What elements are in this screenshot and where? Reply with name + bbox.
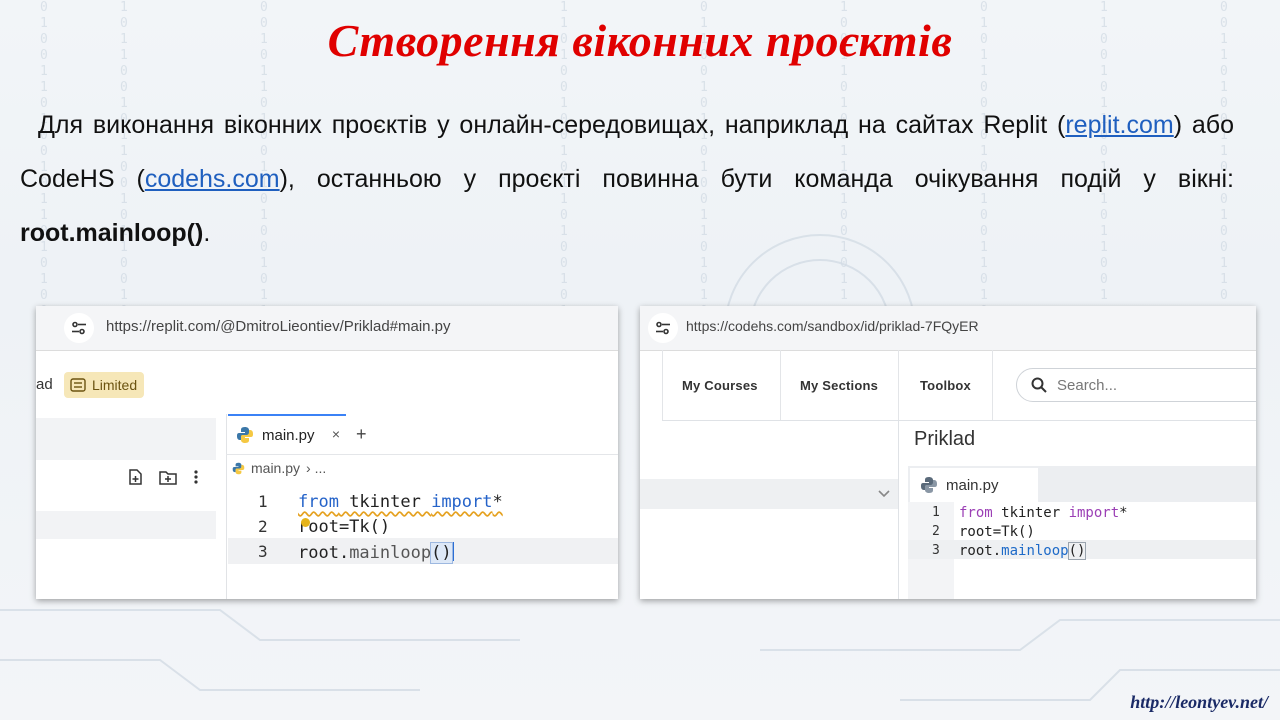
replit-url[interactable]: https://replit.com/@DmitroLieontiev/Prik…	[106, 318, 451, 335]
plan-icon	[70, 378, 86, 392]
line-number: 3	[258, 542, 268, 561]
nav-my-sections[interactable]: My Sections	[800, 350, 878, 420]
code-object: root.	[298, 543, 350, 563]
paragraph-text-3: ), останньою у проєкті повинна бути кома…	[279, 165, 1234, 193]
code-symbol: *	[492, 492, 503, 512]
replit-address-bar: https://replit.com/@DmitroLieontiev/Prik…	[36, 306, 618, 351]
limited-label: Limited	[92, 377, 138, 393]
python-icon	[921, 477, 937, 493]
code-object: root.	[959, 543, 1002, 559]
python-icon	[237, 427, 253, 443]
search-input[interactable]: Search...	[1016, 368, 1256, 402]
site-info-button[interactable]	[648, 313, 678, 343]
text-cursor	[451, 542, 454, 561]
search-icon	[1031, 377, 1047, 393]
code-symbol: *	[1119, 505, 1128, 521]
tune-icon	[72, 321, 86, 335]
codehs-left-row[interactable]	[640, 479, 898, 509]
paragraph-text-1: Для виконання віконних проєктів у онлайн…	[38, 111, 1066, 139]
code-module: tkinter	[338, 492, 432, 512]
nav-toolbox[interactable]: Toolbox	[920, 350, 971, 420]
search-placeholder: Search...	[1057, 376, 1118, 394]
codehs-url[interactable]: https://codehs.com/sandbox/id/priklad-7F…	[686, 318, 979, 334]
footer-link[interactable]: http://leontyev.net/	[1130, 692, 1268, 713]
add-tab-button[interactable]: +	[356, 424, 367, 445]
pane-divider[interactable]	[226, 414, 227, 599]
tab-main-py[interactable]: main.py	[910, 468, 1038, 502]
python-icon	[232, 462, 245, 474]
close-tab-icon[interactable]: ×	[332, 426, 340, 442]
nav-my-courses[interactable]: My Courses	[682, 350, 758, 420]
codehs-link[interactable]: codehs.com	[145, 165, 280, 193]
replit-sidebar-row	[36, 418, 216, 460]
code-module: tkinter	[992, 505, 1069, 521]
code-line-1[interactable]: from tkinter import*	[959, 505, 1128, 521]
breadcrumb-file[interactable]: main.py	[251, 460, 300, 476]
code-parens: ()	[430, 542, 453, 564]
slide-title: Створення віконних проєктів	[327, 15, 953, 66]
code-keyword: from	[959, 505, 993, 521]
nav-separator	[992, 350, 993, 420]
codehs-address-bar: https://codehs.com/sandbox/id/priklad-7F…	[640, 306, 1256, 351]
tab-main-py[interactable]: main.py ×	[228, 414, 346, 454]
codehs-screenshot: https://codehs.com/sandbox/id/priklad-7F…	[640, 306, 1256, 599]
code-function: mainloop	[1001, 543, 1069, 559]
code-parens: ()	[1067, 542, 1087, 560]
code-keyword: import	[431, 492, 493, 512]
replit-sidebar-row	[36, 511, 216, 539]
breadcrumb-more[interactable]: › ...	[306, 460, 326, 476]
code-line-2[interactable]: root=Tk()	[959, 524, 1035, 540]
replit-screenshot: https://replit.com/@DmitroLieontiev/Prik…	[36, 306, 618, 599]
chevron-down-icon[interactable]	[878, 490, 890, 498]
code-function: mainloop	[349, 543, 432, 563]
code-line-3[interactable]: root.mainloop()	[298, 542, 454, 564]
line-number: 1	[932, 505, 940, 520]
paragraph-end: .	[203, 219, 211, 247]
tune-icon	[656, 321, 670, 335]
code-line-2[interactable]: root=Tk()	[298, 517, 390, 537]
tab-label: main.py	[946, 476, 999, 494]
new-file-icon[interactable]	[126, 468, 144, 486]
nav-separator	[898, 350, 899, 420]
line-number: 2	[932, 524, 940, 539]
code-line-1-content: from tkinter import*	[298, 492, 503, 512]
pane-divider[interactable]	[898, 420, 899, 599]
limited-badge[interactable]: Limited	[64, 372, 145, 398]
nav-separator	[662, 350, 663, 420]
replit-left-label: ad	[36, 376, 53, 393]
new-folder-icon[interactable]	[158, 468, 178, 486]
code-keyword: from	[298, 492, 339, 512]
slide-paragraph: Для виконання віконних проєктів у онлайн…	[20, 98, 1234, 260]
code-line-3[interactable]: root.mainloop()	[959, 542, 1087, 560]
code-keyword: import	[1068, 505, 1120, 521]
replit-link[interactable]: replit.com	[1065, 111, 1173, 139]
tab-divider	[226, 454, 618, 455]
line-number: 3	[932, 543, 940, 558]
line-number: 1	[258, 492, 268, 511]
nav-separator	[780, 350, 781, 420]
file-tree-toolbar	[126, 468, 200, 486]
project-title: Priklad	[914, 428, 976, 450]
tab-label: main.py	[262, 426, 315, 444]
mainloop-command: root.mainloop()	[20, 219, 204, 247]
more-vertical-icon[interactable]	[192, 468, 200, 486]
lightbulb-icon[interactable]	[301, 518, 310, 527]
breadcrumb: main.py › ...	[232, 460, 326, 476]
code-line-1[interactable]: from tkinter import*	[298, 492, 503, 512]
line-number: 2	[258, 517, 268, 536]
site-info-button[interactable]	[64, 313, 94, 343]
